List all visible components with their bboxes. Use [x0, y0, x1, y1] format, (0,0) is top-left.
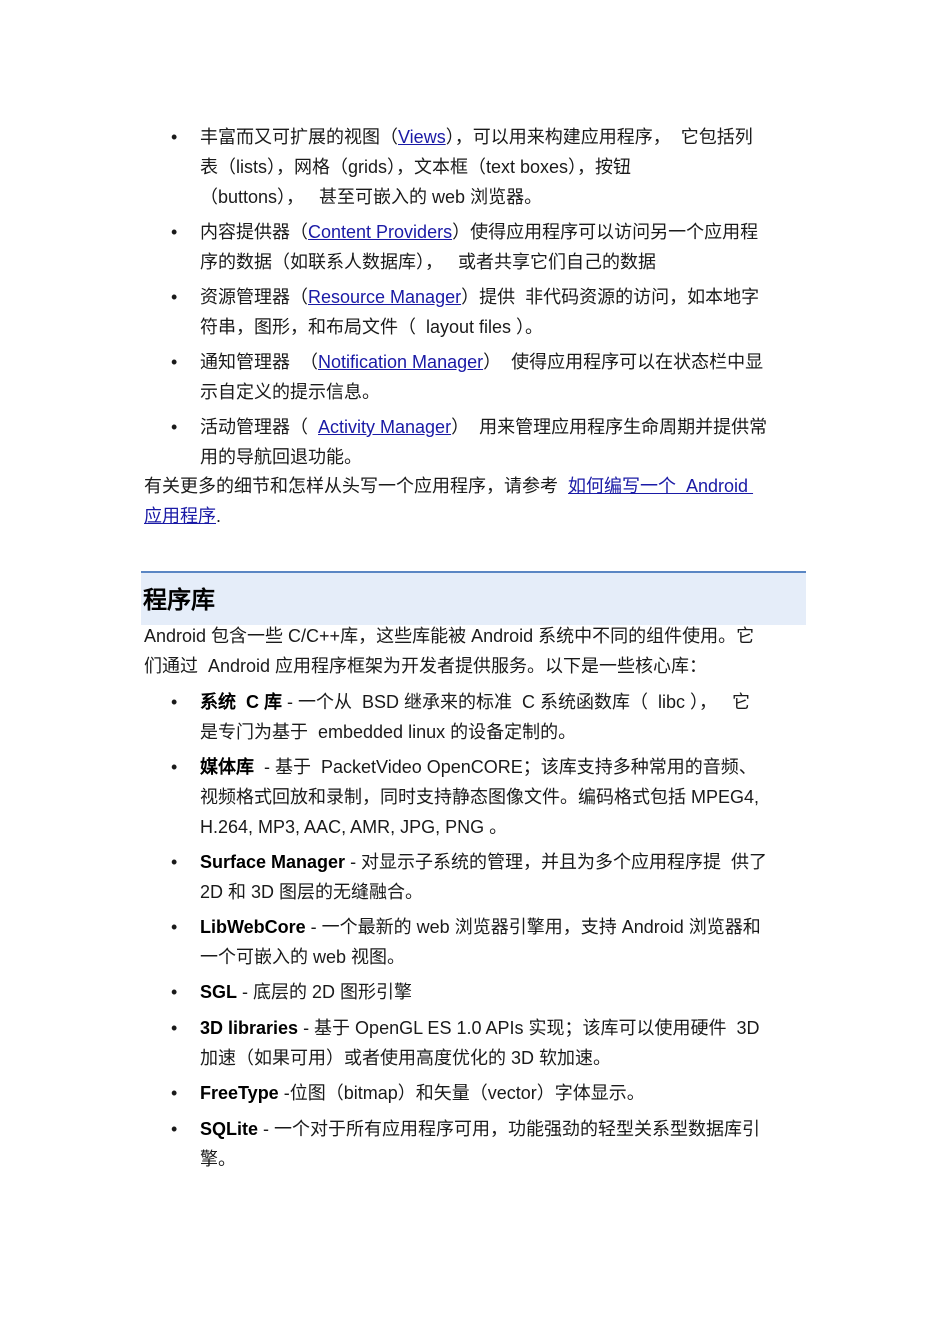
text-run: 擎。	[200, 1149, 236, 1169]
library-name: 媒体库	[200, 757, 254, 777]
text-run: .	[216, 506, 222, 526]
bullet-icon: •	[171, 127, 178, 147]
list-item-line: 符串，图形，和布局文件（ layout files ）。	[200, 315, 543, 339]
text-run: 加速（如果可用）或者使用高度优化的 3D 软加速。	[200, 1048, 612, 1068]
library-item-line: 视频格式回放和录制，同时支持静态图像文件。编码格式包括 MPEG4,	[200, 785, 759, 809]
doc-link[interactable]: 应用程序	[144, 506, 216, 526]
text-run: - 对显示子系统的管理，并且为多个应用程序提 供了	[345, 852, 768, 872]
list-item-line: 活动管理器（ Activity Manager） 用来管理应用程序生命周期并提供…	[200, 415, 767, 439]
doc-link[interactable]: Content Providers	[308, 222, 452, 242]
list-item-line: 内容提供器（Content Providers）使得应用程序可以访问另一个应用程	[200, 220, 758, 244]
text-run: 2D 和 3D 图层的无缝融合。	[200, 882, 424, 902]
bullet-icon: •	[171, 1119, 178, 1139]
text-run: 活动管理器（	[200, 417, 319, 437]
text-run: 有关更多的细节和怎样从头写一个应用程序，请参考	[144, 476, 568, 496]
list-item-line: 通知管理器 （Notification Manager） 使得应用程序可以在状态…	[200, 350, 763, 374]
library-name: FreeType	[200, 1083, 279, 1103]
text-run: - 底层的 2D 图形引擎	[237, 982, 413, 1002]
bullet-icon: •	[171, 287, 178, 307]
library-name: 系统 C 库	[200, 692, 283, 712]
library-item-line: 一个可嵌入的 web 视图。	[200, 945, 405, 969]
doc-link[interactable]: Notification Manager	[318, 352, 483, 372]
text-run: - 一个从 BSD 继承来的标准 C 系统函数库（ libc ）， 它	[282, 692, 751, 712]
library-name: SQLite	[200, 1119, 259, 1139]
text-run: - 基于 OpenGL ES 1.0 APIs 实现；该库可以使用硬件 3D	[298, 1018, 760, 1038]
library-name: SGL	[200, 982, 238, 1002]
library-item-line: 擎。	[200, 1147, 236, 1171]
intro-line: Android 包含一些 C/C++库，这些库能被 Android 系统中不同的…	[144, 624, 754, 648]
text-run: 表（lists），网格（grids），文本框（text boxes），按钮	[200, 157, 632, 177]
library-name: LibWebCore	[200, 917, 306, 937]
text-run: 丰富而又可扩展的视图（	[200, 127, 398, 147]
list-item-line: 示自定义的提示信息。	[200, 380, 380, 404]
text-run: ），可以用来构建应用程序， 它包括列	[445, 127, 753, 147]
library-item-line: 2D 和 3D 图层的无缝融合。	[200, 880, 423, 904]
bullet-icon: •	[171, 222, 178, 242]
paragraph-line: 应用程序.	[144, 504, 221, 528]
text-run: ） 使得应用程序可以在状态栏中显	[483, 352, 764, 372]
text-run: 是专门为基于 embedded linux 的设备定制的。	[200, 722, 577, 742]
library-name: 3D libraries	[200, 1018, 299, 1038]
bullet-icon: •	[171, 757, 178, 777]
library-item-line: SQLite - 一个对于所有应用程序可用，功能强劲的轻型关系型数据库引	[200, 1117, 760, 1141]
library-item-line: 媒体库 - 基于 PacketVideo OpenCORE；该库支持多种常用的音…	[200, 755, 757, 779]
list-item-line: （buttons）， 甚至可嵌入的 web 浏览器。	[200, 185, 542, 209]
section-heading-band	[141, 571, 806, 625]
text-run: ） 用来管理应用程序生命周期并提供常	[451, 417, 768, 437]
list-item-line: 用的导航回退功能。	[200, 445, 362, 469]
text-run: Android 包含一些 C/C++库，这些库能被 Android 系统中不同的…	[144, 626, 755, 646]
bullet-icon: •	[171, 852, 178, 872]
bullet-icon: •	[171, 417, 178, 437]
doc-link[interactable]: Activity Manager	[318, 417, 451, 437]
list-item-line: 资源管理器（Resource Manager）提供 非代码资源的访问，如本地字	[200, 285, 759, 309]
doc-link[interactable]: Views	[398, 127, 446, 147]
doc-link[interactable]: 如何编写一个 Android	[568, 476, 753, 496]
list-item-line: 丰富而又可扩展的视图（Views），可以用来构建应用程序， 它包括列	[200, 125, 753, 149]
bullet-icon: •	[171, 692, 178, 712]
paragraph-line: 有关更多的细节和怎样从头写一个应用程序，请参考 如何编写一个 Android	[144, 474, 753, 498]
text-run: 示自定义的提示信息。	[200, 382, 380, 402]
text-run: 资源管理器（	[200, 287, 308, 307]
library-item-line: LibWebCore - 一个最新的 web 浏览器引擎用，支持 Android…	[200, 915, 761, 939]
text-run: - 一个对于所有应用程序可用，功能强劲的轻型关系型数据库引	[258, 1119, 761, 1139]
text-run: - 一个最新的 web 浏览器引擎用，支持 Android 浏览器和	[305, 917, 761, 937]
library-item-line: Surface Manager - 对显示子系统的管理，并且为多个应用程序提 供…	[200, 850, 767, 874]
library-name: Surface Manager	[200, 852, 346, 872]
text-run: 视频格式回放和录制，同时支持静态图像文件。编码格式包括 MPEG4,	[200, 787, 760, 807]
library-item-line: 加速（如果可用）或者使用高度优化的 3D 软加速。	[200, 1046, 611, 1070]
bullet-icon: •	[171, 1083, 178, 1103]
text-run: 通知管理器 （	[200, 352, 319, 372]
library-item-line: 系统 C 库 - 一个从 BSD 继承来的标准 C 系统函数库（ libc ），…	[200, 690, 750, 714]
bullet-icon: •	[171, 352, 178, 372]
bullet-icon: •	[171, 917, 178, 937]
text-run: 符串，图形，和布局文件（ layout files ）。	[200, 317, 544, 337]
text-run: 序的数据（如联系人数据库）， 或者共享它们自己的数据	[200, 252, 657, 272]
text-run: -位图（bitmap）和矢量（vector）字体显示。	[278, 1083, 645, 1103]
library-item-line: FreeType -位图（bitmap）和矢量（vector）字体显示。	[200, 1081, 645, 1105]
library-item-line: 3D libraries - 基于 OpenGL ES 1.0 APIs 实现；…	[200, 1016, 760, 1040]
list-item-line: 序的数据（如联系人数据库）， 或者共享它们自己的数据	[200, 250, 656, 274]
text-run: - 基于 PacketVideo OpenCORE；该库支持多种常用的音频、	[254, 757, 757, 777]
intro-line: 们通过 Android 应用程序框架为开发者提供服务。以下是一些核心库：	[144, 654, 707, 678]
text-run: ）使得应用程序可以访问另一个应用程	[452, 222, 759, 242]
text-run: 一个可嵌入的 web 视图。	[200, 947, 406, 967]
text-run: 们通过 Android 应用程序框架为开发者提供服务。以下是一些核心库：	[144, 656, 708, 676]
text-run: 用的导航回退功能。	[200, 447, 362, 467]
library-item-line: SGL - 底层的 2D 图形引擎	[200, 980, 412, 1004]
library-item-line: H.264, MP3, AAC, AMR, JPG, PNG 。	[200, 815, 507, 839]
text-run: ）提供 非代码资源的访问，如本地字	[461, 287, 760, 307]
text-run: H.264, MP3, AAC, AMR, JPG, PNG 。	[200, 817, 508, 837]
library-item-line: 是专门为基于 embedded linux 的设备定制的。	[200, 720, 576, 744]
bullet-icon: •	[171, 982, 178, 1002]
doc-link[interactable]: Resource Manager	[308, 287, 461, 307]
list-item-line: 表（lists），网格（grids），文本框（text boxes），按钮	[200, 155, 631, 179]
section-heading: 程序库	[143, 587, 215, 614]
text-run: 内容提供器（	[200, 222, 308, 242]
bullet-icon: •	[171, 1018, 178, 1038]
text-run: （buttons）， 甚至可嵌入的 web 浏览器。	[200, 187, 543, 207]
